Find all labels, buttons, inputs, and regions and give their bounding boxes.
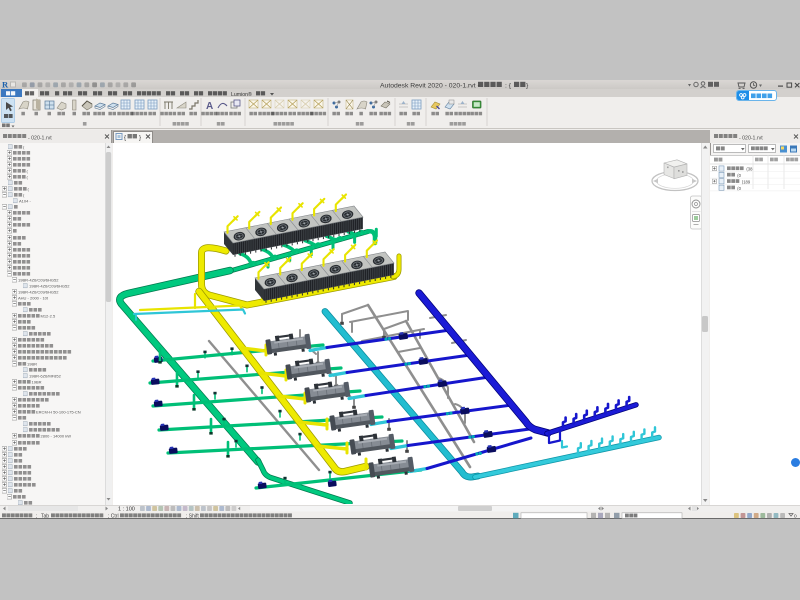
svg-text:}: } bbox=[139, 136, 141, 142]
svg-text:- 020-1.rvt: - 020-1.rvt bbox=[739, 135, 763, 141]
svg-text:; Shift: ; Shift bbox=[186, 513, 199, 519]
svg-text:0: 0 bbox=[794, 513, 797, 519]
svg-text:- 020-1.rvt: - 020-1.rvt bbox=[28, 135, 52, 141]
svg-text:Tab: Tab bbox=[41, 513, 49, 519]
svg-text:; Ctrl: ; Ctrl bbox=[108, 513, 119, 519]
svg-text:(38: (38 bbox=[746, 167, 753, 172]
svg-text:(0: (0 bbox=[737, 173, 741, 178]
svg-text:A: A bbox=[206, 101, 213, 112]
svg-text:;: ; bbox=[36, 513, 37, 519]
svg-text:(0: (0 bbox=[737, 186, 741, 191]
svg-text:(189: (189 bbox=[742, 180, 751, 185]
svg-text:{: { bbox=[124, 136, 126, 142]
